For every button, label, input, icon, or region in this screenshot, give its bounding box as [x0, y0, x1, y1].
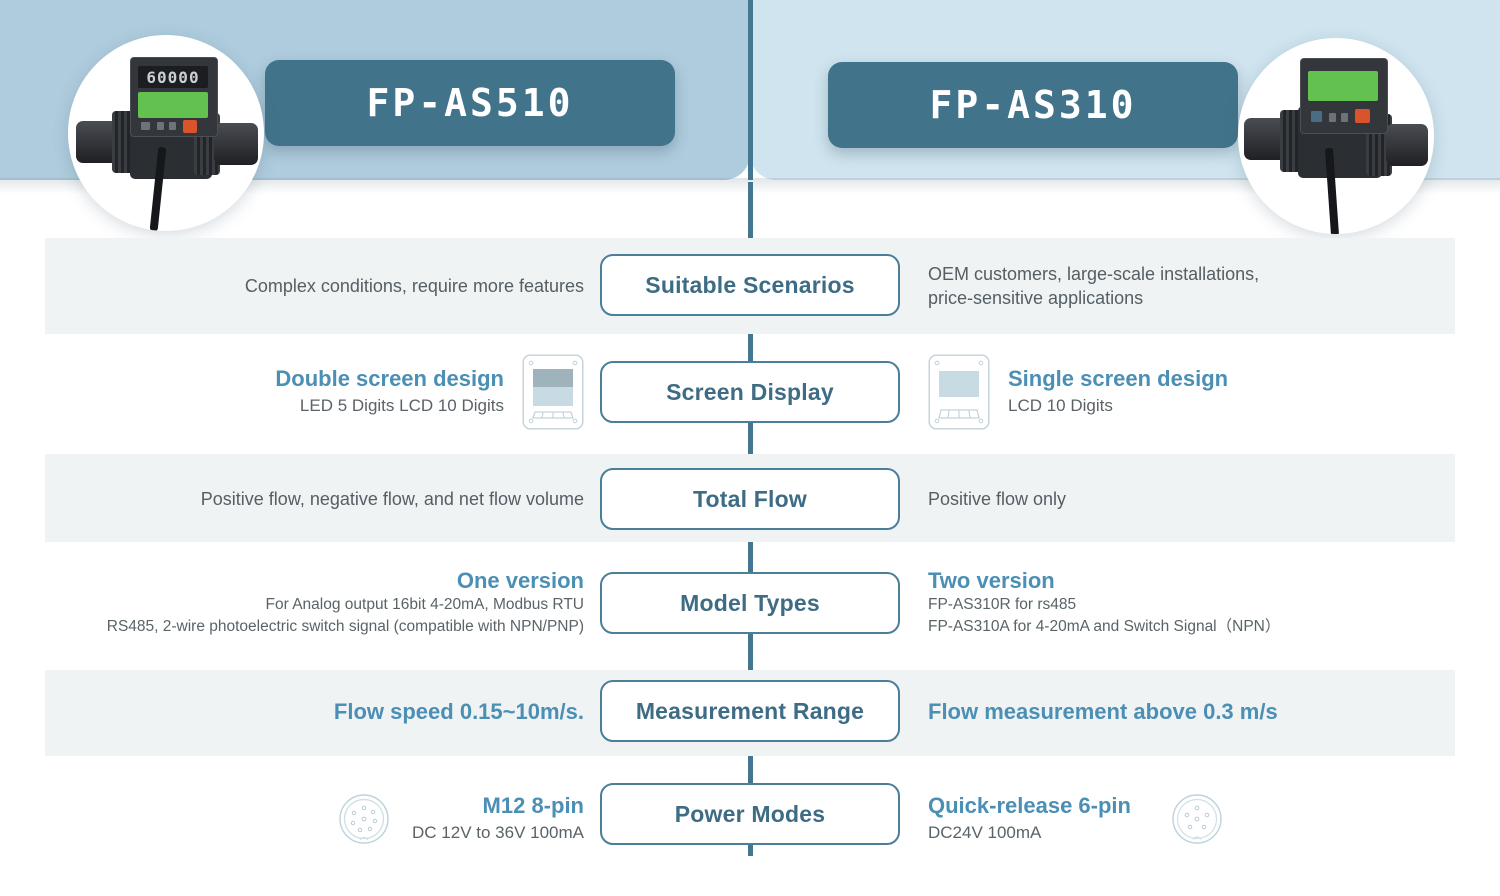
left-line: LED 5 Digits LCD 10 Digits — [299, 395, 504, 415]
pill-label: Model Types — [680, 589, 820, 616]
row-screen-display-right: Single screen design LCD 10 Digits — [900, 354, 1500, 430]
product-title-left: FP-AS510 — [265, 60, 675, 146]
right-line: FP-AS310R for rs485 — [928, 596, 1077, 614]
left-line: Positive flow, negative flow, and net fl… — [200, 488, 584, 509]
right-title: Two version — [928, 567, 1055, 593]
right-line: LCD 10 Digits — [1008, 395, 1113, 415]
product-photo-left: 60000 — [68, 35, 264, 231]
product-title-left-label: FP-AS510 — [366, 81, 574, 125]
connector-6pin-icon — [1172, 794, 1222, 844]
comparison-infographic: FP-AS510 FP-AS310 60000 Complex conditio… — [0, 0, 1500, 896]
left-line: DC 12V to 36V 100mA — [412, 822, 584, 842]
right-line: Positive flow only — [928, 488, 1067, 509]
pill-total-flow[interactable]: Total Flow — [600, 468, 900, 530]
device-led-reading-left: 60000 — [146, 67, 200, 87]
row-total-flow-left: Positive flow, negative flow, and net fl… — [0, 487, 600, 511]
row-model-types-left: One version For Analog output 16bit 4-20… — [0, 568, 600, 638]
pill-label: Measurement Range — [635, 697, 865, 724]
row-suitable-scenarios-left: Complex conditions, require more feature… — [0, 274, 600, 298]
pill-screen-display[interactable]: Screen Display — [600, 361, 900, 423]
left-line: RS485, 2-wire photoelectric switch signa… — [106, 618, 584, 636]
row-power-modes-right: Quick-release 6-pin DC24V 100mA — [900, 793, 1500, 845]
left-title: One version — [456, 567, 584, 593]
left-line: Complex conditions, require more feature… — [244, 275, 584, 296]
left-title: Double screen design — [275, 366, 504, 392]
left-title: Flow speed 0.15~10m/s. — [333, 698, 584, 724]
row-power-modes-left: M12 8-pin DC 12V to 36V 100mA — [0, 793, 600, 845]
screen-double-icon — [522, 354, 584, 430]
pill-suitable-scenarios[interactable]: Suitable Scenarios — [600, 254, 900, 316]
left-title: M12 8-pin — [482, 793, 584, 819]
row-measurement-range-right: Flow measurement above 0.3 m/s — [900, 699, 1500, 725]
right-title: Flow measurement above 0.3 m/s — [928, 698, 1278, 724]
pill-label: Screen Display — [666, 378, 834, 405]
right-line: FP-AS310A for 4-20mA and Switch Signal（N… — [928, 618, 1281, 636]
pill-model-types[interactable]: Model Types — [600, 572, 900, 634]
row-measurement-range-left: Flow speed 0.15~10m/s. — [0, 699, 600, 725]
right-title: Quick-release 6-pin — [928, 793, 1131, 819]
center-spine-top — [748, 0, 753, 180]
pill-label: Total Flow — [692, 485, 807, 512]
product-photo-right — [1238, 38, 1434, 234]
pill-label: Suitable Scenarios — [645, 271, 855, 298]
connector-8pin-icon — [339, 794, 389, 844]
right-line: DC24V 100mA — [928, 822, 1042, 842]
product-title-right-label: FP-AS310 — [929, 83, 1137, 127]
pill-power-modes[interactable]: Power Modes — [600, 783, 900, 845]
right-title: Single screen design — [1008, 366, 1229, 392]
right-line: price-sensitive applications — [928, 288, 1144, 308]
screen-single-icon — [928, 354, 990, 430]
pill-measurement-range[interactable]: Measurement Range — [600, 680, 900, 742]
right-line: OEM customers, large-scale installations… — [928, 263, 1260, 284]
row-screen-display-left: Double screen design LED 5 Digits LCD 10… — [0, 354, 600, 430]
row-total-flow-right: Positive flow only — [900, 487, 1500, 511]
row-suitable-scenarios-right: OEM customers, large-scale installations… — [900, 262, 1500, 311]
row-model-types-right: Two version FP-AS310R for rs485 FP-AS310… — [900, 568, 1500, 638]
left-line: For Analog output 16bit 4-20mA, Modbus R… — [265, 596, 585, 614]
product-title-right: FP-AS310 — [828, 62, 1238, 148]
pill-label: Power Modes — [674, 800, 826, 827]
